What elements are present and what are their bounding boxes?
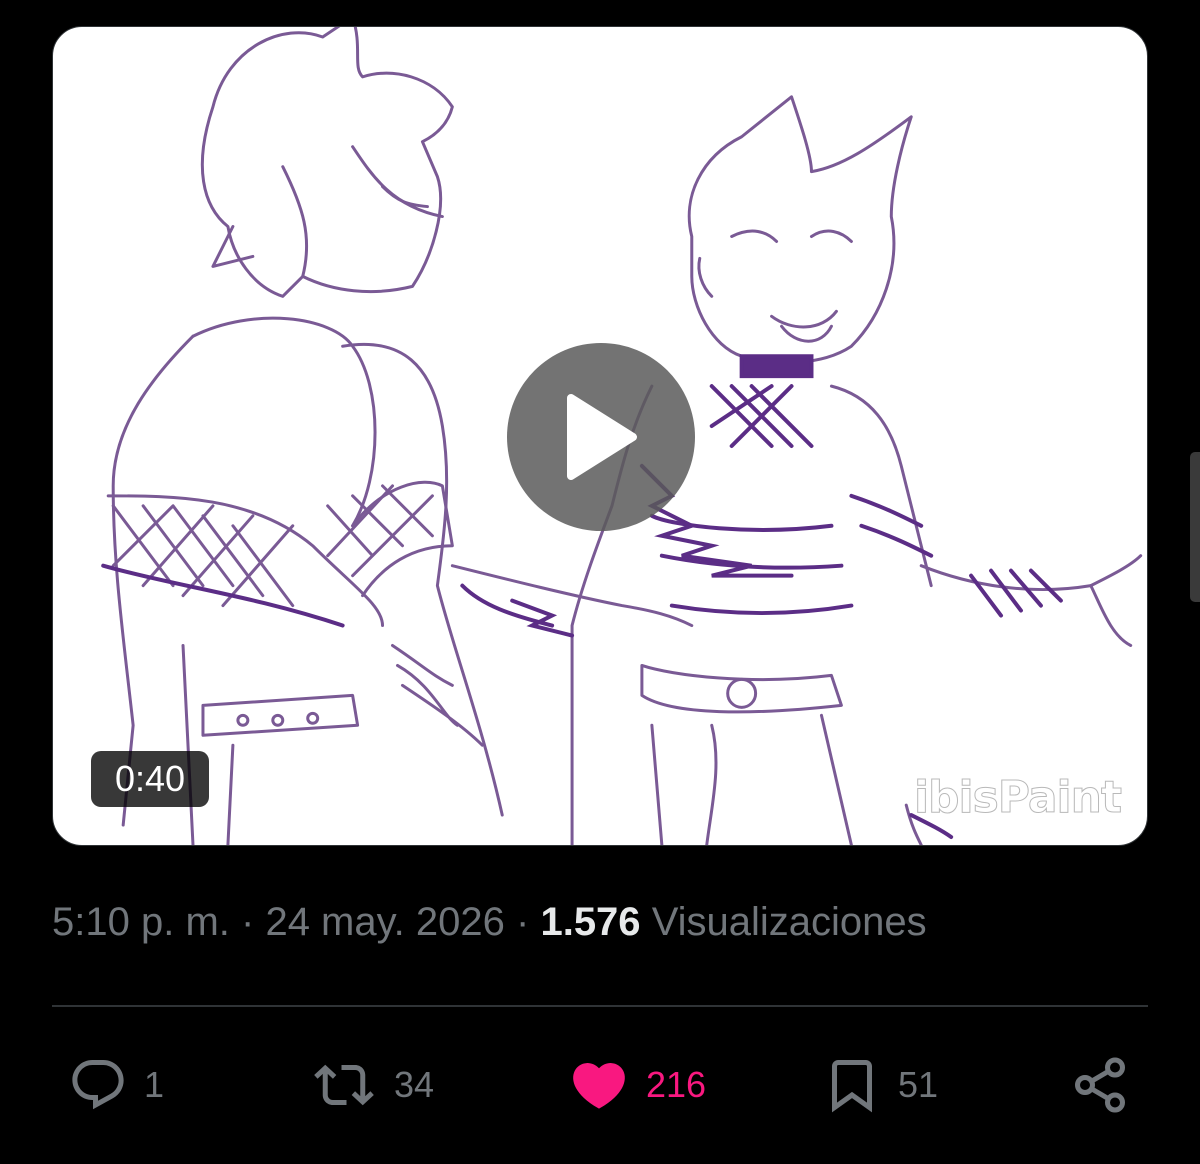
meta-separator: ·: [516, 900, 530, 944]
video-duration-badge: 0:40: [91, 751, 210, 807]
retweet-count: 34: [394, 1064, 435, 1105]
like-button[interactable]: 216: [568, 1040, 706, 1130]
tweet-time[interactable]: 5:10 p. m.: [52, 900, 230, 944]
views-count: 1.576: [540, 900, 641, 944]
tweet-date[interactable]: 24 may. 2026: [265, 900, 504, 944]
video-player[interactable]: 0:40 ibisPaint: [52, 26, 1148, 846]
play-button[interactable]: [507, 343, 695, 531]
like-count: 216: [646, 1064, 707, 1105]
share-icon: [1075, 1057, 1125, 1113]
reply-count: 1: [144, 1064, 165, 1105]
tweet-meta: 5:10 p. m. · 24 may. 2026 · 1.576 Visual…: [52, 900, 927, 945]
meta-separator: ·: [241, 900, 255, 944]
bookmark-count: 51: [898, 1064, 939, 1105]
watermark-logo: ibisPaint: [913, 772, 1122, 824]
play-icon: [567, 394, 637, 480]
action-bar: 1 34 216 51: [52, 1040, 1148, 1130]
heart-icon: [573, 1063, 625, 1109]
retweet-button[interactable]: 34: [310, 1040, 434, 1130]
views-label: Visualizaciones: [651, 900, 927, 944]
share-button[interactable]: [1070, 1040, 1130, 1130]
bookmark-button[interactable]: 51: [822, 1040, 938, 1130]
retweet-icon: [314, 1064, 374, 1106]
scrollbar-thumb[interactable]: [1190, 452, 1200, 602]
reply-icon: [72, 1060, 124, 1110]
reply-button[interactable]: 1: [68, 1040, 164, 1130]
bookmark-icon: [832, 1060, 872, 1113]
divider: [52, 1005, 1148, 1007]
